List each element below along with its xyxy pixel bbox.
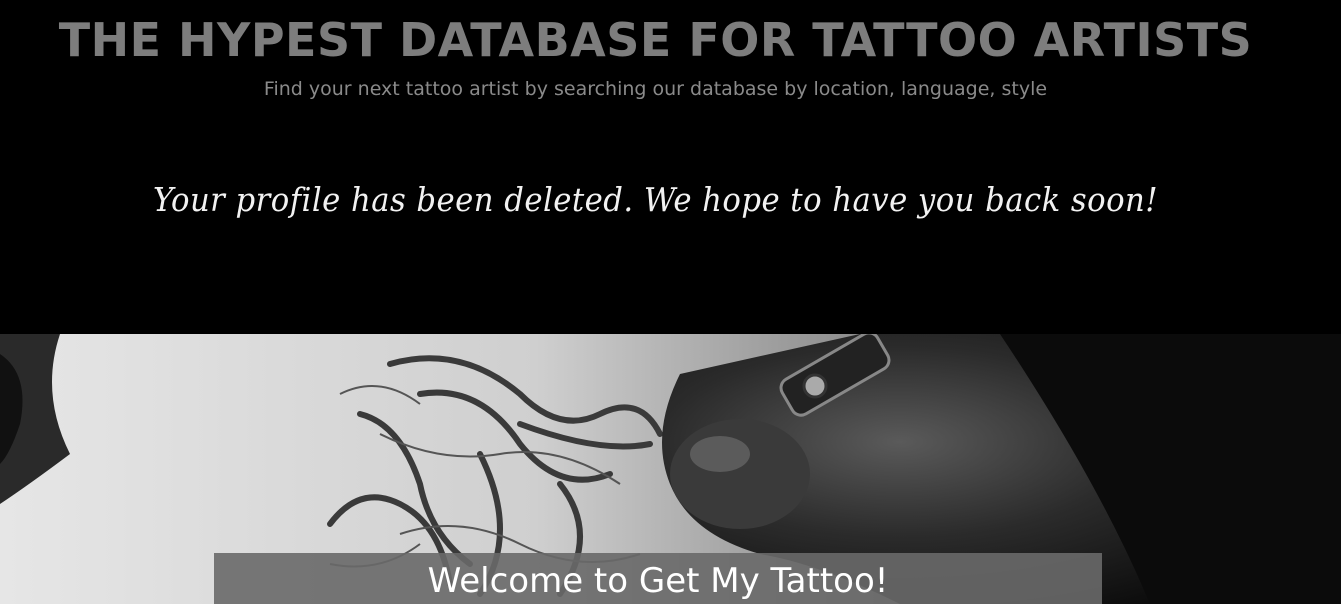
profile-deleted-message: Your profile has been deleted. We hope t… [152, 180, 1159, 219]
welcome-heading: Welcome to Get My Tattoo! [427, 561, 889, 601]
hero-image: Welcome to Get My Tattoo! [0, 334, 1341, 604]
site-tagline: Find your next tattoo artist by searchin… [263, 78, 1048, 100]
site-title: THE HYPEST DATABASE FOR TATTOO ARTISTS [58, 13, 1253, 67]
site-header: THE HYPEST DATABASE FOR TATTOO ARTISTS F… [0, 0, 1341, 334]
welcome-banner: Welcome to Get My Tattoo! [214, 553, 1102, 604]
